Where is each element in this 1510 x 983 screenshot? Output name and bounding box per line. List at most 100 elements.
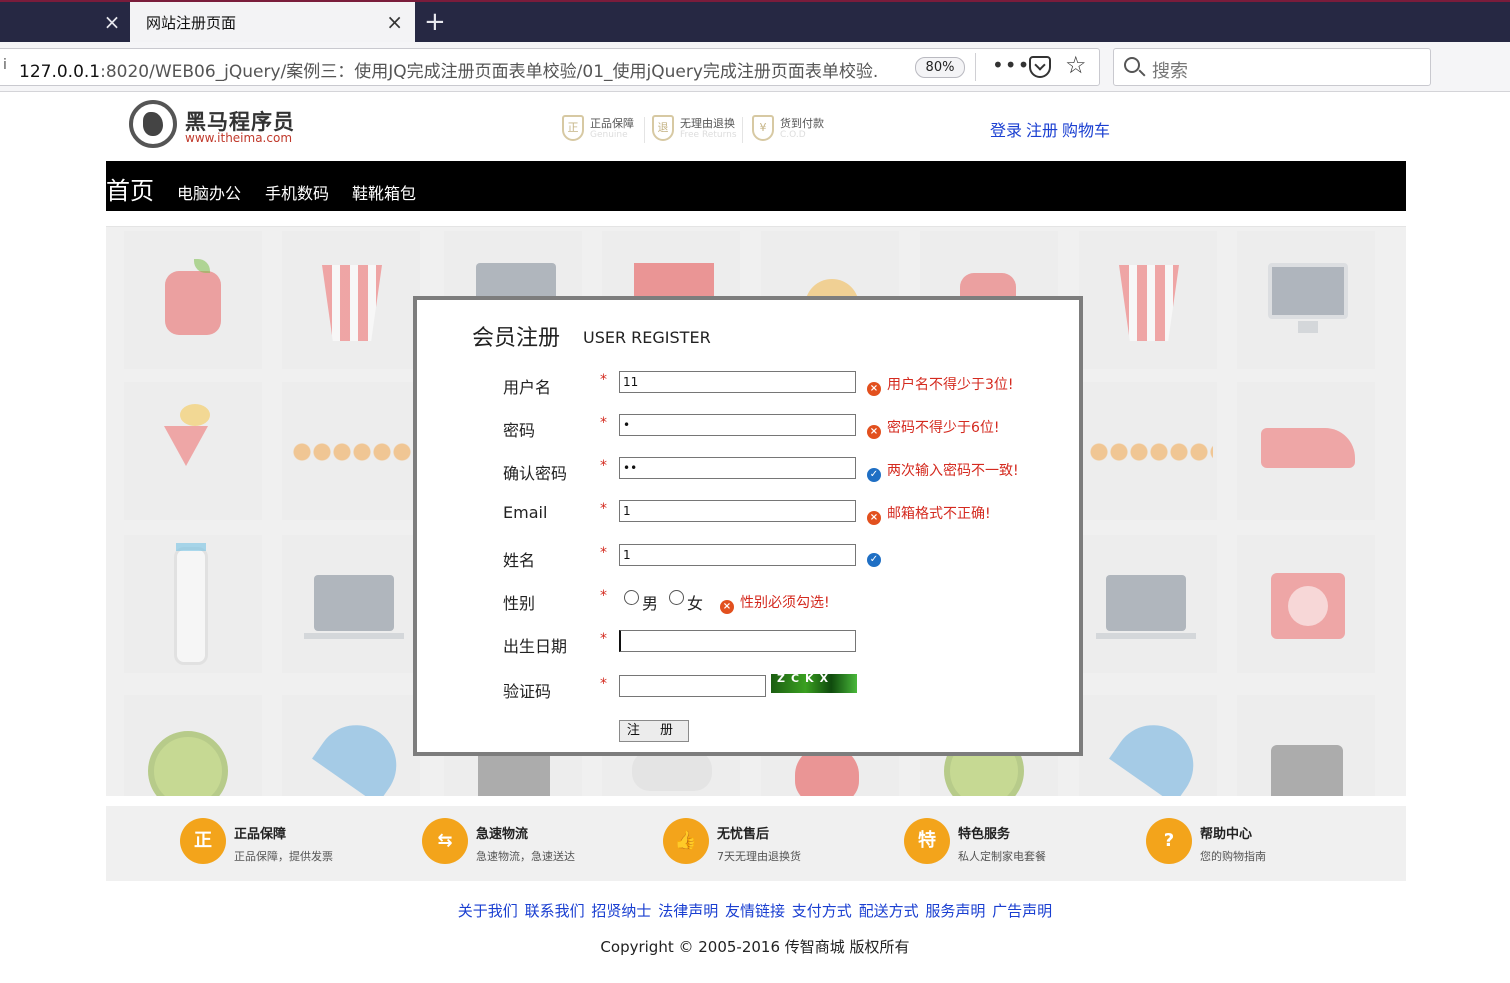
badge-sublabel: Free Returns (680, 130, 737, 140)
url-text[interactable]: 127.0.0.1:8020/WEB06_jQuery/案例三：使用JQ完成注册… (19, 57, 879, 82)
monitor-stand-icon (1298, 321, 1318, 333)
footer-link-jobs[interactable]: 招贤纳士 (591, 902, 651, 920)
required-star: * (600, 588, 607, 604)
error-icon: × (867, 425, 881, 439)
url-path: :8020/WEB06_jQuery/案例三：使用JQ完成注册页面表单校验/01… (100, 62, 879, 82)
horse-logo-icon (129, 100, 177, 148)
main-nav: 首页 电脑办公 手机数码 鞋靴箱包 (106, 161, 1406, 211)
badge-sublabel: C.O.D (780, 130, 806, 140)
footer-link-ads[interactable]: 广告声明 (992, 902, 1052, 920)
footer-link-contact[interactable]: 联系我们 (525, 902, 585, 920)
service-title: 帮助中心 (1200, 827, 1253, 842)
ipod-tile (1237, 535, 1375, 673)
camera-tile (1237, 695, 1375, 796)
register-link[interactable]: 注册 (1026, 121, 1058, 140)
umbrella-tile (1079, 695, 1217, 796)
footer-link-payment[interactable]: 支付方式 (792, 902, 852, 920)
eggs-tile (1079, 382, 1217, 520)
error-text: 两次输入密码不一致! (887, 463, 1019, 479)
tab-close-icon[interactable]: × (386, 11, 403, 33)
gender-male-radio[interactable] (624, 590, 639, 605)
gamepad-icon (632, 751, 712, 791)
birthday-input[interactable] (619, 630, 856, 652)
password-input[interactable]: • (619, 414, 856, 436)
service-title: 无忧售后 (717, 827, 770, 842)
bottle-tile (124, 535, 262, 673)
umbrella-icon (312, 709, 412, 796)
username-input[interactable]: 11 (619, 371, 856, 393)
cocktail-icon (164, 426, 208, 466)
site-info-icon[interactable]: i (3, 57, 17, 77)
new-tab-icon[interactable]: + (424, 7, 446, 37)
bottle-cap-icon (176, 543, 206, 551)
browser-tab-active[interactable]: 网站注册页面 × (130, 2, 415, 44)
nav-item-shoes-bags[interactable]: 鞋靴箱包 (352, 180, 416, 204)
service-title: 正品保障 (234, 827, 287, 842)
service-title: 特色服务 (958, 827, 1011, 842)
apple-icon (165, 271, 221, 335)
footer-link-delivery[interactable]: 配送方式 (859, 902, 919, 920)
email-input[interactable]: 1 (619, 500, 856, 522)
register-button[interactable]: 注 册 (619, 720, 689, 742)
confirm-password-label: 确认密码 (503, 464, 568, 483)
sneaker-tile (1237, 382, 1375, 520)
pocket-icon[interactable] (1029, 56, 1051, 78)
popcorn-icon (322, 265, 382, 341)
eggs-tile (282, 382, 420, 520)
shield-icon: 正 (562, 115, 584, 141)
username-label: 用户名 (503, 378, 552, 397)
service-desc: 私人定制家电套餐 (958, 850, 1046, 863)
zoom-indicator[interactable]: 80% (915, 57, 965, 78)
confirm-password-input[interactable]: •• (619, 457, 856, 479)
login-link[interactable]: 登录 (990, 121, 1022, 140)
email-error: × 邮箱格式不正确! (867, 503, 991, 525)
logistics-icon: ⇆ (422, 818, 468, 864)
footer-link-legal[interactable]: 法律声明 (658, 902, 718, 920)
copyright: Copyright © 2005-2016 传智商城 版权所有 (600, 938, 910, 956)
required-star: * (600, 458, 607, 474)
badge-label: 无理由退换 (680, 117, 735, 130)
tab-title: 网站注册页面 (146, 14, 237, 32)
service-desc: 正品保障，提供发票 (234, 850, 333, 863)
nav-item-computer[interactable]: 电脑办公 (177, 180, 241, 204)
monitor-icon (1268, 263, 1348, 319)
nav-item-phone[interactable]: 手机数码 (265, 180, 329, 204)
page-actions-more-icon[interactable]: ••• (992, 53, 1030, 77)
name-valid: ✓ (867, 548, 887, 567)
badge-label: 货到付款 (780, 117, 824, 130)
logo-text-en: www.itheima.com (185, 131, 293, 145)
search-input[interactable]: 搜索 (1113, 48, 1431, 86)
sneaker-icon (1261, 428, 1355, 468)
password-error: × 密码不得少于6位! (867, 417, 1000, 439)
site-logo[interactable]: 黑马程序员 www.itheima.com (129, 100, 309, 150)
badge-sublabel: Genuine (590, 130, 628, 140)
badge-divider (644, 117, 645, 143)
badge-divider (742, 117, 743, 143)
error-text: 邮箱格式不正确! (887, 506, 991, 522)
previous-tab-close-icon[interactable]: × (100, 10, 124, 34)
url-bar[interactable]: i 127.0.0.1:8020/WEB06_jQuery/案例三：使用JQ完成… (0, 48, 1100, 86)
form-title: 会员注册 (472, 326, 561, 351)
popcorn-icon (1119, 265, 1179, 341)
username-error: × 用户名不得少于3位! (867, 374, 1014, 396)
genuine-shield-icon: 正 (180, 818, 226, 864)
error-text: 性别必须勾选! (740, 595, 830, 611)
popcorn-tile (1079, 231, 1217, 369)
footer-link-about[interactable]: 关于我们 (458, 902, 518, 920)
service-desc: 急速物流，急速送达 (476, 850, 575, 863)
captcha-image[interactable]: ZCKX (771, 673, 857, 693)
bookmark-star-icon[interactable]: ☆ (1065, 51, 1087, 79)
nav-home[interactable]: 首页 (106, 171, 154, 206)
laptop-tile (282, 535, 420, 673)
captcha-input[interactable] (619, 675, 766, 697)
footer-link-friends[interactable]: 友情链接 (725, 902, 785, 920)
special-service-icon: 特 (904, 818, 950, 864)
name-input[interactable]: 1 (619, 544, 856, 566)
kiwi-tile (124, 695, 262, 796)
cart-link[interactable]: 购物车 (1062, 121, 1110, 140)
monitor-tile (1237, 231, 1375, 369)
check-icon: ✓ (867, 553, 881, 567)
footer-link-service[interactable]: 服务声明 (925, 902, 985, 920)
gender-female-radio[interactable] (669, 590, 684, 605)
laptop-icon (1106, 575, 1186, 631)
